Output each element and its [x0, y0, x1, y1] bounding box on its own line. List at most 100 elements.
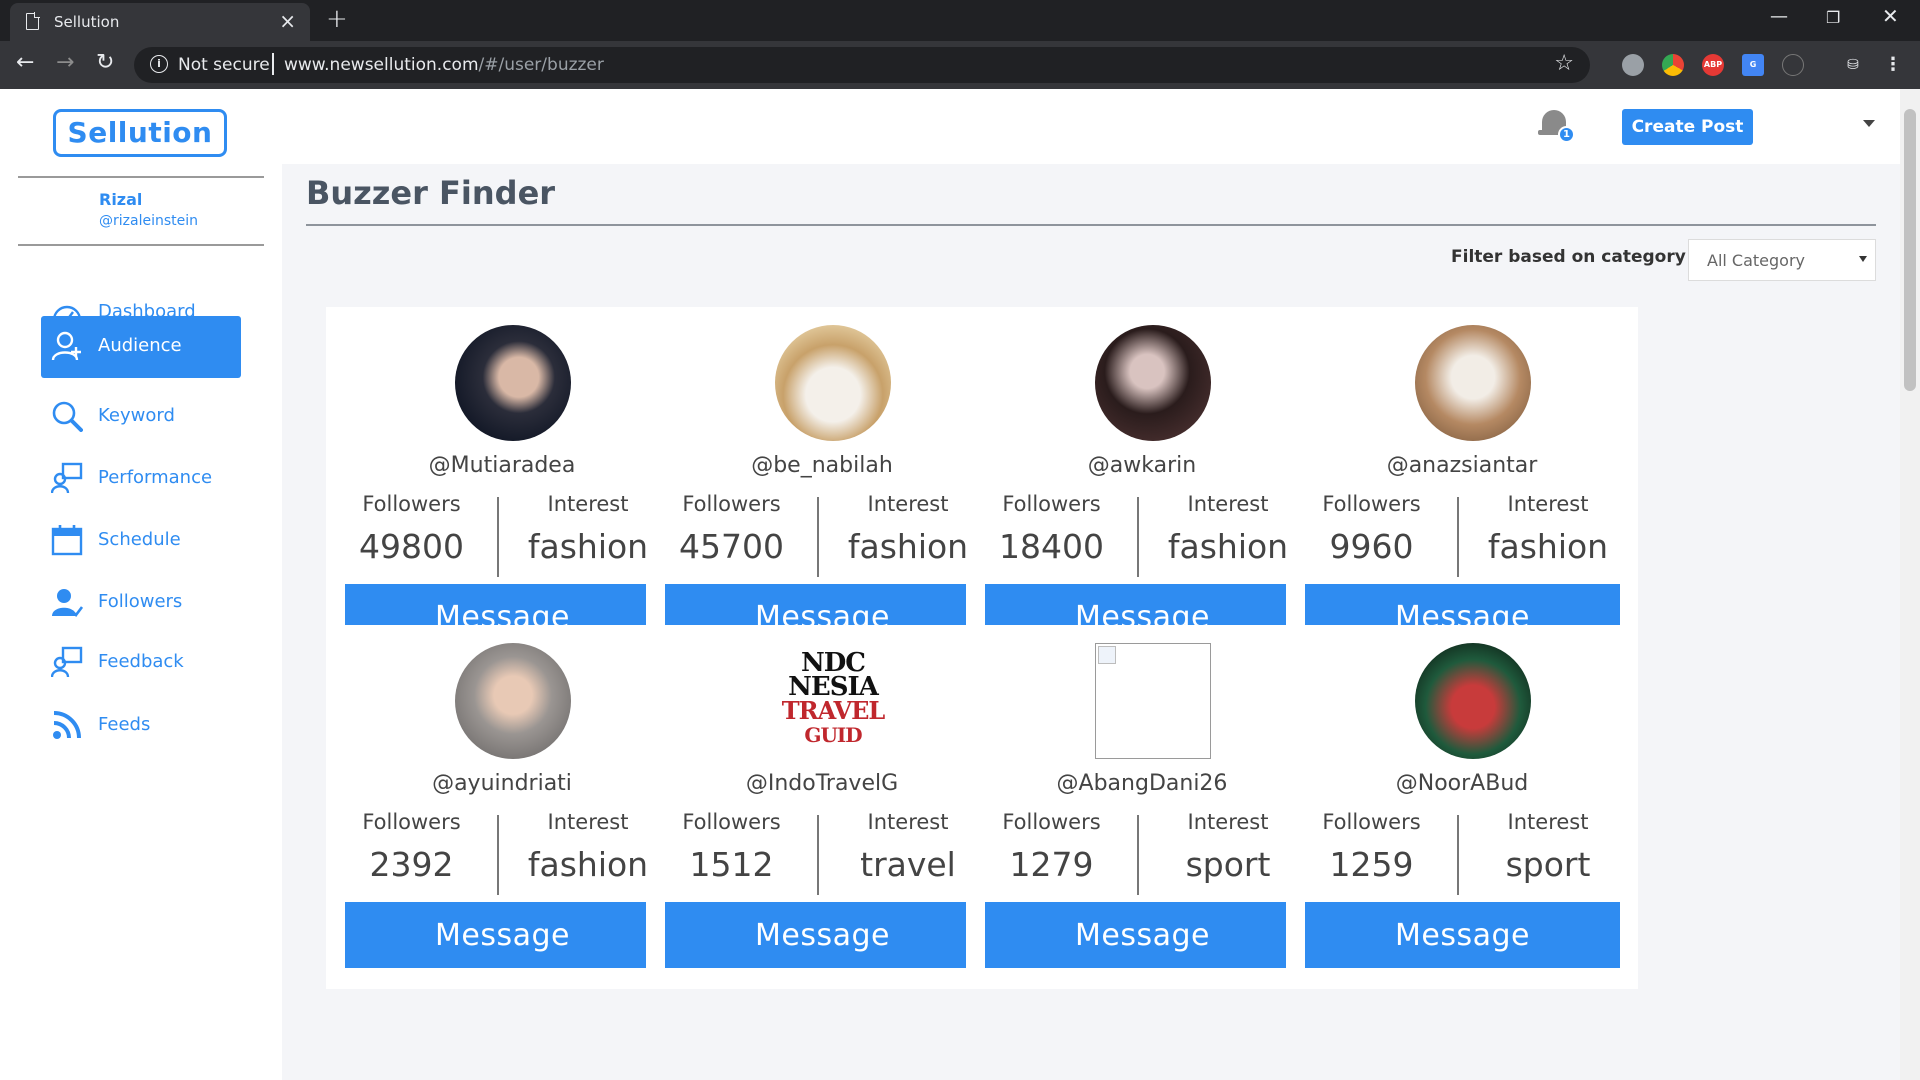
sidebar-item-label: Feeds: [98, 714, 151, 735]
window-close-icon[interactable]: ✕: [1882, 4, 1899, 28]
buzzer-handle[interactable]: @be_nabilah: [646, 453, 998, 478]
buzzer-avatar[interactable]: NDC NESIA TRAVEL GUID: [775, 643, 891, 759]
reload-icon[interactable]: ↻: [96, 50, 114, 75]
buzzer-card: @awkarin Followers Interest 18400 fashio…: [966, 307, 1318, 671]
sidebar-item-schedule[interactable]: Schedule: [41, 510, 241, 570]
followers-count: 9960: [1329, 527, 1414, 566]
user-handle: @rizaleinstein: [99, 213, 198, 229]
message-button[interactable]: Message: [665, 902, 980, 968]
sidebar-item-audience[interactable]: Audience: [41, 316, 241, 378]
stat-divider: [1137, 815, 1139, 895]
page-scrollbar[interactable]: [1900, 89, 1920, 1080]
account-dropdown-icon[interactable]: [1863, 120, 1875, 127]
stat-divider: [1457, 815, 1459, 895]
buzzer-avatar[interactable]: [1415, 643, 1531, 759]
app-logo[interactable]: Sellution: [53, 109, 227, 157]
sidebar-item-label: Keyword: [98, 405, 175, 426]
message-button[interactable]: Message: [985, 902, 1300, 968]
buzzer-avatar[interactable]: [1415, 325, 1531, 441]
extension-icon[interactable]: [1782, 54, 1804, 76]
rss-icon: [53, 711, 81, 739]
buzzer-handle[interactable]: @awkarin: [966, 453, 1318, 478]
buzzer-handle[interactable]: @AbangDani26: [966, 771, 1318, 796]
followers-label: Followers: [1002, 810, 1101, 834]
sidebar-item-feedback[interactable]: Feedback: [41, 632, 241, 692]
stat-divider: [1137, 497, 1139, 577]
calendar-icon: [51, 525, 83, 556]
adblock-extension-icon[interactable]: ABP: [1702, 54, 1724, 76]
followers-count: 2392: [369, 845, 454, 884]
logo-line: TRAVEL: [781, 696, 885, 725]
info-icon[interactable]: i: [150, 55, 168, 73]
notification-badge: 1: [1558, 126, 1575, 143]
address-bar[interactable]: i Not secure www.newsellution.com/#/user…: [134, 47, 1590, 83]
notification-bell-icon[interactable]: 1: [1538, 108, 1575, 143]
sidebar-divider-top: [18, 176, 264, 178]
sidebar: Rizal @rizaleinstein Dashboard Audience …: [0, 164, 282, 1080]
buzzer-handle[interactable]: @NoorABud: [1286, 771, 1638, 796]
stat-divider: [1457, 497, 1459, 577]
buzzer-card: @anazsiantar Followers Interest 9960 fas…: [1286, 307, 1638, 671]
page-title: Buzzer Finder: [306, 174, 556, 212]
buzzer-card: @ayuindriati Followers Interest 2392 fas…: [326, 625, 678, 989]
sidebar-item-performance[interactable]: Performance: [41, 448, 241, 508]
incognito-icon[interactable]: ⛁: [1842, 54, 1864, 76]
forward-icon[interactable]: →: [56, 50, 74, 75]
followers-label: Followers: [362, 810, 461, 834]
new-tab-icon[interactable]: +: [326, 4, 348, 34]
message-button[interactable]: Message: [1305, 902, 1620, 968]
buzzer-avatar[interactable]: [455, 325, 571, 441]
buzzer-avatar[interactable]: [1095, 643, 1211, 759]
buzzer-card: @be_nabilah Followers Interest 45700 fas…: [646, 307, 998, 671]
followers-count: 18400: [999, 527, 1104, 566]
browser-tab-bar: Sellution × + — ❐ ✕: [0, 0, 1920, 41]
filter-label: Filter based on category: [1451, 247, 1686, 267]
stat-divider: [497, 815, 499, 895]
main-content: Buzzer Finder Filter based on category A…: [282, 164, 1900, 1080]
back-icon[interactable]: ←: [16, 50, 34, 75]
buzzer-card: @Mutiaradea Followers Interest 49800 fas…: [326, 307, 678, 671]
create-post-button[interactable]: Create Post: [1622, 109, 1753, 145]
buzzer-avatar[interactable]: [775, 325, 891, 441]
sidebar-item-followers[interactable]: Followers: [41, 572, 241, 632]
browser-tab[interactable]: Sellution ×: [10, 3, 310, 41]
interest-label: Interest: [1507, 492, 1589, 516]
sidebar-item-keyword[interactable]: Keyword: [41, 386, 241, 446]
buzzer-handle[interactable]: @Mutiaradea: [326, 453, 678, 478]
sidebar-item-label: Audience: [98, 335, 182, 356]
sidebar-item-label: Followers: [98, 591, 183, 612]
followers-count: 1512: [689, 845, 774, 884]
followers-label: Followers: [362, 492, 461, 516]
buzzer-card: @AbangDani26 Followers Interest 1279 spo…: [966, 625, 1318, 989]
color-extension-icon[interactable]: [1662, 54, 1684, 76]
followers-label: Followers: [682, 492, 781, 516]
buzzer-handle[interactable]: @IndoTravelG: [646, 771, 998, 796]
buzzer-avatar[interactable]: [1095, 325, 1211, 441]
message-button[interactable]: Message: [345, 902, 660, 968]
interest-label: Interest: [1507, 810, 1589, 834]
restore-icon[interactable]: ❐: [1826, 8, 1840, 27]
buzzer-avatar[interactable]: [455, 643, 571, 759]
translate-extension-icon[interactable]: G: [1742, 54, 1764, 76]
buzzer-handle[interactable]: @anazsiantar: [1286, 453, 1638, 478]
scrollbar-thumb[interactable]: [1904, 109, 1916, 391]
url-host: www.newsellution.com: [284, 55, 479, 75]
globe-extension-icon[interactable]: [1622, 54, 1644, 76]
url-text[interactable]: www.newsellution.com/#/user/buzzer: [284, 55, 604, 75]
bookmark-star-icon[interactable]: ☆: [1554, 51, 1574, 76]
buzzer-card: @NoorABud Followers Interest 1259 sport …: [1286, 625, 1638, 989]
sidebar-item-label: Schedule: [98, 529, 181, 550]
close-tab-icon[interactable]: ×: [279, 9, 296, 33]
category-filter-select[interactable]: All Category: [1688, 239, 1876, 281]
buzzer-handle[interactable]: @ayuindriati: [326, 771, 678, 796]
followers-count: 1279: [1009, 845, 1094, 884]
address-separator: [272, 53, 274, 75]
filter-selected-value: All Category: [1707, 251, 1806, 270]
stat-divider: [497, 497, 499, 577]
minimize-icon[interactable]: —: [1770, 6, 1788, 27]
sidebar-item-feeds[interactable]: Feeds: [41, 695, 241, 755]
followers-icon: [52, 589, 83, 617]
performance-icon: [51, 462, 83, 494]
interest-value: fashion: [1487, 527, 1609, 566]
browser-menu-icon[interactable]: ⋮: [1882, 54, 1904, 76]
